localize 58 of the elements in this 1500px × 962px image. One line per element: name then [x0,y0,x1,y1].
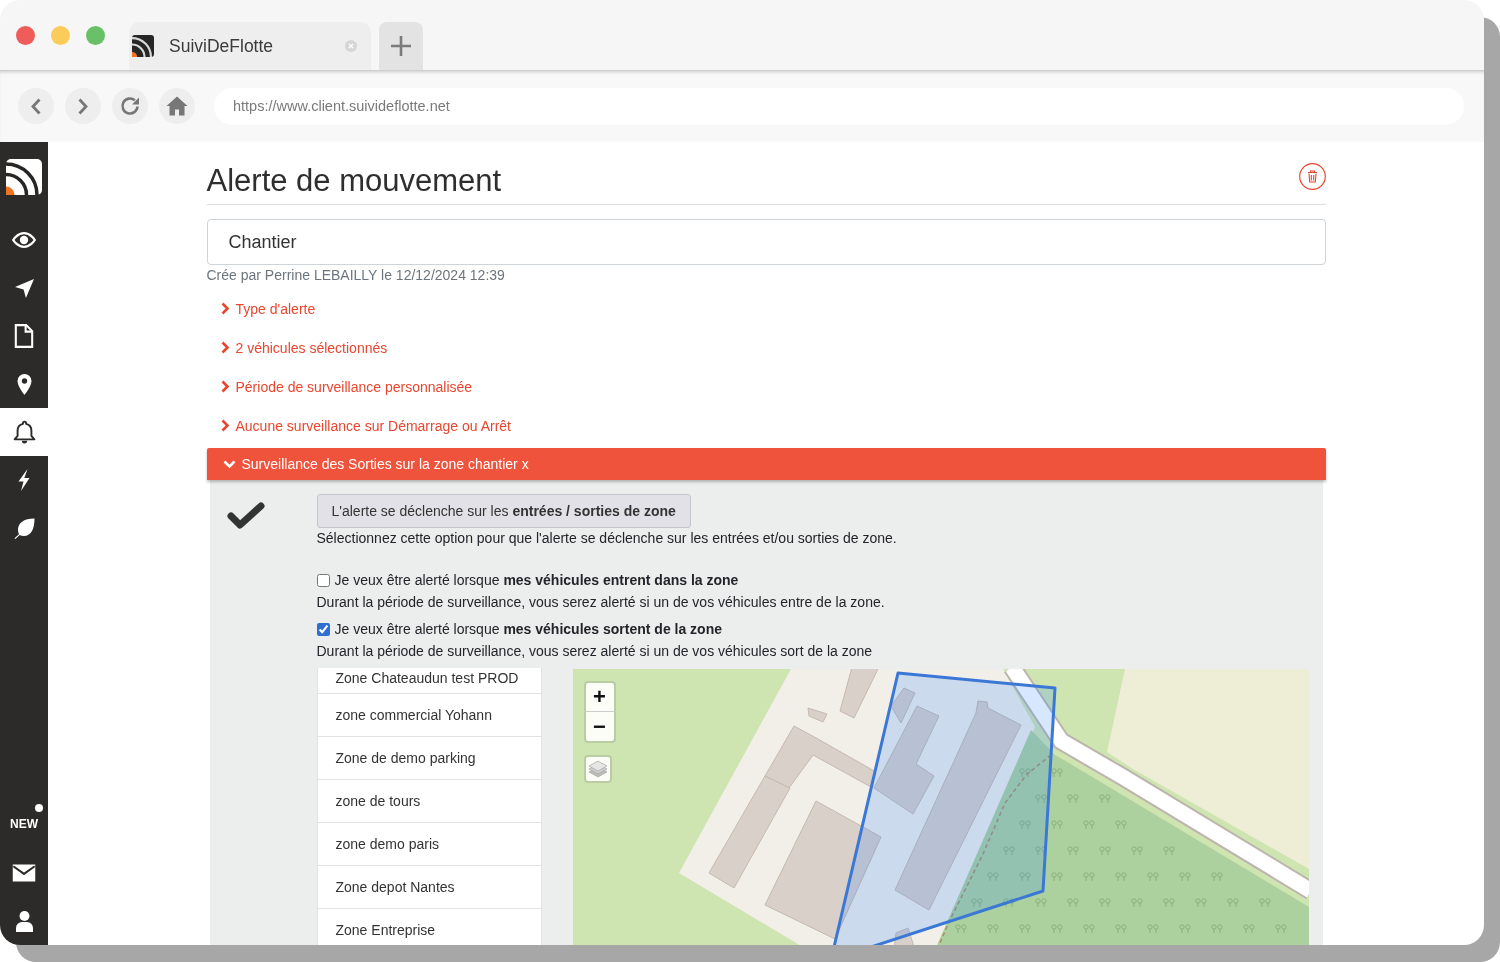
reload-button[interactable] [112,88,148,124]
checkbox-label: Je veux être alerté lorsque mes véhicules entrent dans la zone [334,571,739,590]
address-field[interactable]: https://www.client.suivideflotte.net [214,87,1464,125]
zone-list-item[interactable]: Zone Entreprise [316,909,542,945]
home-button[interactable] [159,88,195,124]
zone-list-item[interactable]: Zone de demo parking [316,737,542,780]
layers-icon [587,760,608,778]
creation-info-text: Crée par Perrine LEBAILLY le 12/12/2024 12:39 [206,266,506,285]
logo-icon [6,159,42,195]
checkbox[interactable] [316,622,330,636]
help-text: Durant la période de surveillance, vous serez alerté si un de vos véhicules entre de la zone. [316,593,886,612]
zone-trigger-button[interactable]: L'alerte se déclenche sur les entrées / sorties de zone [316,494,691,528]
logo-icon [132,35,154,57]
help-text: Durant la période de surveillance, vous serez alerté si un de vos véhicules sort de la zone [316,642,874,661]
chevron-right-icon [220,419,230,432]
zoom-out-button[interactable]: − [583,712,616,743]
chevron-right-icon [220,341,230,354]
chevron-right-icon [220,380,230,393]
user-icon [15,910,33,932]
zone-list-item[interactable]: zone demo paris [316,823,542,866]
map-pin-icon [16,373,32,395]
accordion-section-header[interactable]: Aucune surveillance sur Démarrage ou Arrêt [206,406,1326,445]
new-tab-button[interactable] [379,22,423,70]
zone-list-item[interactable]: zone de tours [316,780,542,823]
checkbox[interactable] [316,573,330,587]
page-title: Alerte de mouvement [206,162,502,200]
envelope-icon [12,864,36,882]
accordion-section-header[interactable]: Type d'alerte [206,289,1326,328]
trash-icon[interactable] [1298,163,1326,190]
chevron-down-icon [222,459,236,469]
accordion-section-header[interactable]: Surveillance des Sorties sur la zone chantier x [206,448,1326,480]
close-window-icon[interactable] [16,25,35,45]
chevron-right-icon [78,97,88,115]
accordion-section-header[interactable]: Période de surveillance personnalisée [206,367,1326,406]
browser-tab[interactable]: SuiviDeFlotte [129,22,371,70]
plus-icon [391,36,411,56]
name-input-field[interactable]: Chantier [206,219,1326,265]
lightning-bolt-icon [18,469,30,491]
eye-icon [12,232,36,248]
checkbox-label: Je veux être alerté lorsque mes véhicules sortent de la zone [334,620,722,639]
zone-list-item[interactable]: Zone Chateaudun test PROD [316,668,542,694]
zoom-in-button[interactable]: + [583,681,616,712]
sidebar-item[interactable] [0,408,48,456]
accordion-section-header[interactable]: 2 véhicules sélectionnés [206,328,1326,367]
file-icon [14,324,34,348]
leaf-icon [12,517,36,539]
zone-list-item[interactable]: zone commercial Yohann [316,694,542,737]
navigation-arrow-icon [14,278,34,298]
back-button[interactable] [18,88,54,124]
zone-list-item[interactable]: Zone depot Nantes [316,866,542,909]
chevron-left-icon [31,97,41,115]
chevron-right-icon [220,302,230,315]
home-icon [166,96,188,116]
bell-icon [12,419,36,445]
forward-button[interactable] [65,88,101,124]
news-button[interactable]: NEW [0,799,48,849]
help-text: Sélectionnez cette option pour que l'alerte se déclenche sur les entrées et/ou sorties de zone. [316,529,898,548]
reload-icon [120,96,140,116]
